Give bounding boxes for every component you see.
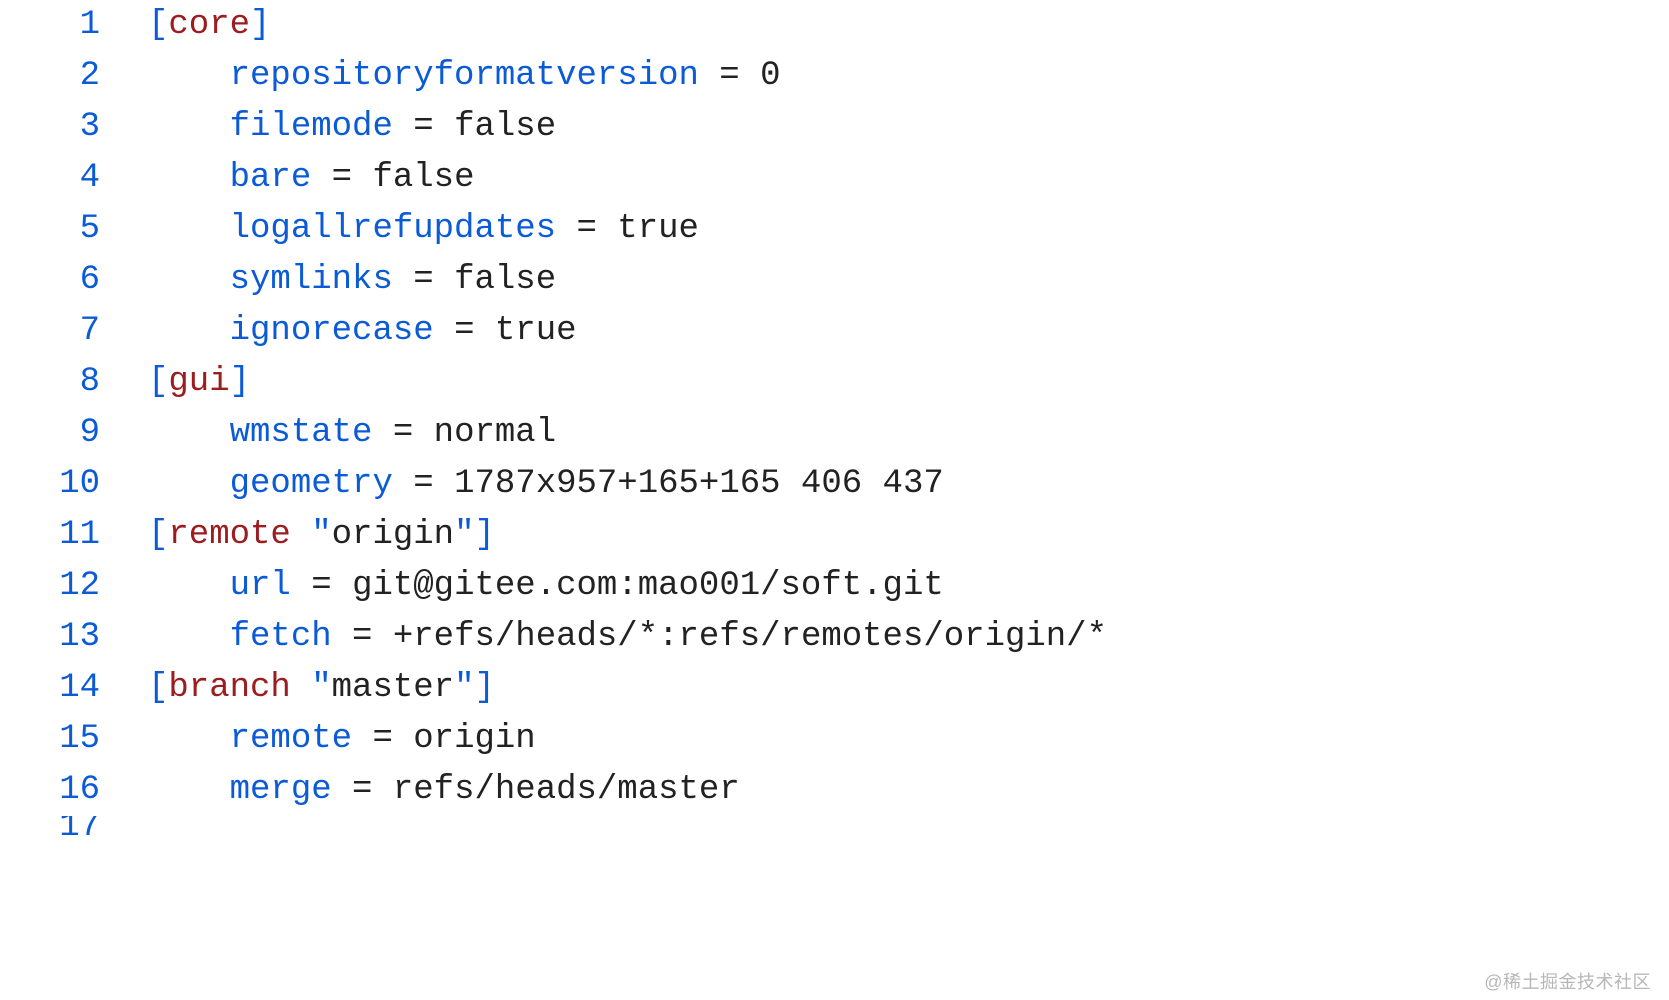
line-number: 10 [0,459,120,510]
line-number: 6 [0,255,120,306]
code-content[interactable]: bare = false [140,153,475,204]
code-content[interactable]: url = git@gitee.com:mao001/soft.git [140,561,944,612]
code-line[interactable]: 9 wmstate = normal [0,408,1669,459]
code-line[interactable]: 1 [core] [0,0,1669,51]
line-number: 9 [0,408,120,459]
line-number: 4 [0,153,120,204]
code-line[interactable]: 15 remote = origin [0,714,1669,765]
line-number: 13 [0,612,120,663]
line-number: 8 [0,357,120,408]
code-content[interactable]: logallrefupdates = true [140,204,699,255]
code-line[interactable]: 13 fetch = +refs/heads/*:refs/remotes/or… [0,612,1669,663]
line-number: 3 [0,102,120,153]
code-line[interactable]: 16 merge = refs/heads/master [0,765,1669,816]
code-content[interactable]: symlinks = false [140,255,556,306]
code-line[interactable]: 7 ignorecase = true [0,306,1669,357]
code-line[interactable]: 6 symlinks = false [0,255,1669,306]
watermark-text: @稀土掘金技术社区 [1484,968,1651,994]
code-content[interactable]: remote = origin [140,714,536,765]
line-number: 15 [0,714,120,765]
code-line[interactable]: 11 [remote "origin"] [0,510,1669,561]
code-content[interactable]: merge = refs/heads/master [140,765,740,816]
code-content[interactable]: [branch "master"] [140,663,495,714]
code-content[interactable]: filemode = false [140,102,556,153]
code-content[interactable]: ignorecase = true [140,306,577,357]
line-number: 7 [0,306,120,357]
code-editor[interactable]: 1 [core] 2 repositoryformatversion = 0 3… [0,0,1669,838]
line-number: 5 [0,204,120,255]
code-line[interactable]: 14 [branch "master"] [0,663,1669,714]
code-line[interactable]: 4 bare = false [0,153,1669,204]
line-number: 16 [0,765,120,816]
code-line[interactable]: 10 geometry = 1787x957+165+165 406 437 [0,459,1669,510]
code-line[interactable]: 2 repositoryformatversion = 0 [0,51,1669,102]
code-content[interactable]: [core] [140,0,270,51]
code-content[interactable]: wmstate = normal [140,408,556,459]
code-line[interactable]: 8 [gui] [0,357,1669,408]
code-content[interactable]: fetch = +refs/heads/*:refs/remotes/origi… [140,612,1107,663]
code-content[interactable]: [remote "origin"] [140,510,495,561]
line-number: 12 [0,561,120,612]
code-content[interactable]: geometry = 1787x957+165+165 406 437 [140,459,944,510]
line-number: 14 [0,663,120,714]
line-number: 11 [0,510,120,561]
line-number: 2 [0,51,120,102]
code-line[interactable]: 17 [0,816,1669,838]
code-content[interactable]: repositoryformatversion = 0 [140,51,781,102]
code-content[interactable]: [gui] [140,357,250,408]
line-number: 1 [0,0,120,51]
line-number: 17 [0,816,120,838]
code-line[interactable]: 5 logallrefupdates = true [0,204,1669,255]
code-line[interactable]: 12 url = git@gitee.com:mao001/soft.git [0,561,1669,612]
code-line[interactable]: 3 filemode = false [0,102,1669,153]
